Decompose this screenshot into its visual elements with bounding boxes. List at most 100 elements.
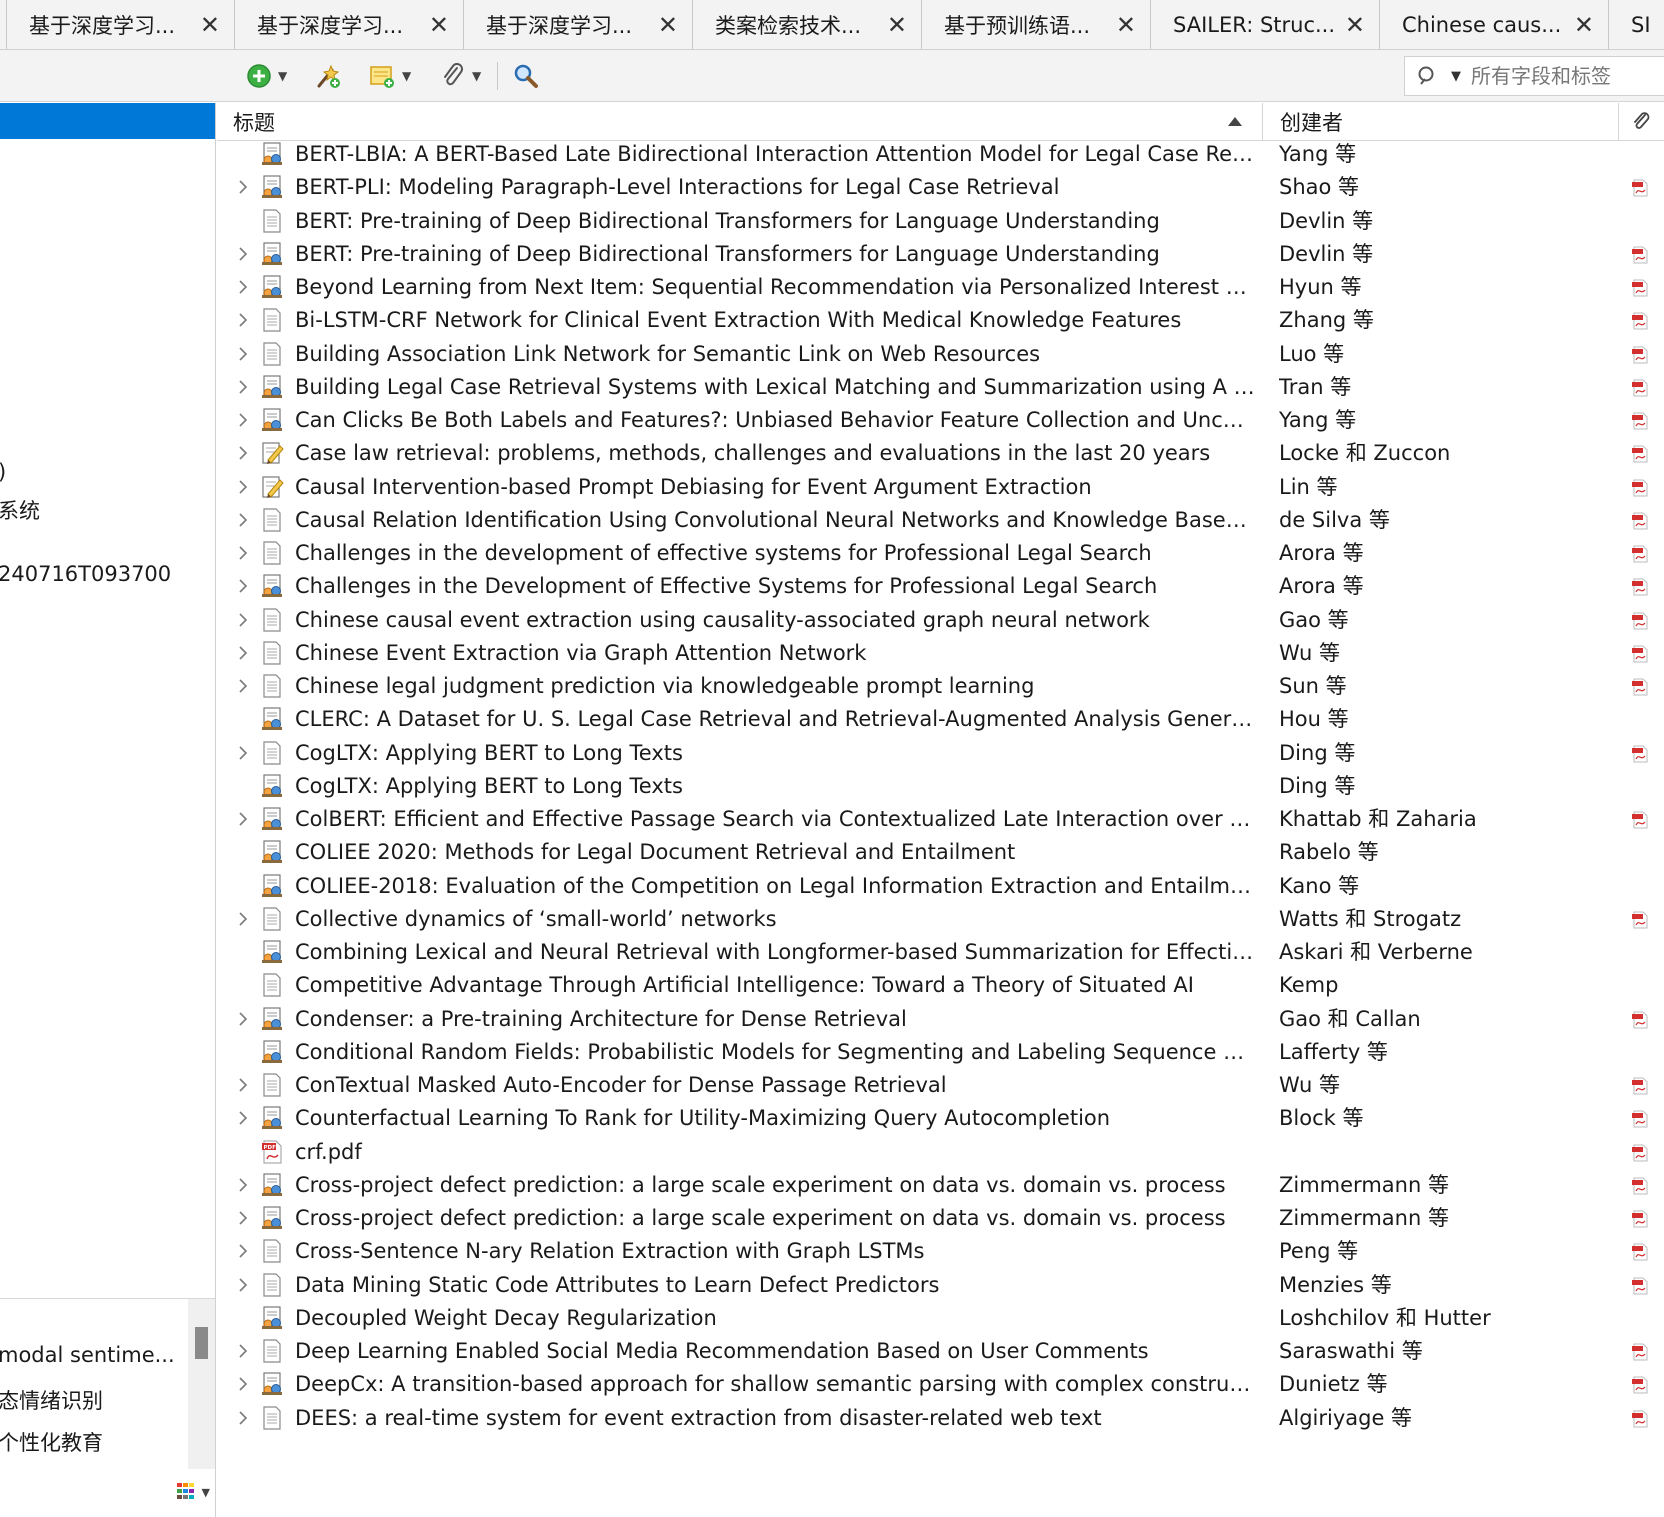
tag-selector-actions-button[interactable]: ▼ — [176, 1483, 210, 1501]
chevron-right-icon[interactable] — [235, 1243, 251, 1259]
tab-item[interactable]: 类案检索技术... ✕ — [693, 0, 922, 49]
item-row[interactable]: Deep Learning Enabled Social Media Recom… — [217, 1334, 1664, 1369]
tab-item[interactable]: 基于深度学习... ✕ — [6, 0, 235, 49]
item-row[interactable]: BERT: Pre-training of Deep Bidirectional… — [217, 204, 1664, 239]
pdf-attachment-icon[interactable] — [1631, 1343, 1649, 1361]
item-row[interactable]: DeepCx: A transition-based approach for … — [217, 1367, 1664, 1402]
pdf-attachment-icon[interactable] — [1631, 512, 1649, 530]
pdf-attachment-icon[interactable] — [1631, 1177, 1649, 1195]
item-row[interactable]: Beyond Learning from Next Item: Sequenti… — [217, 270, 1664, 305]
item-row[interactable]: Condenser: a Pre-training Architecture f… — [217, 1002, 1664, 1037]
item-row[interactable]: DEES: a real-time system for event extra… — [217, 1401, 1664, 1436]
chevron-right-icon[interactable] — [235, 645, 251, 661]
pdf-attachment-icon[interactable] — [1631, 179, 1649, 197]
chevron-right-icon[interactable] — [235, 678, 251, 694]
chevron-right-icon[interactable] — [235, 412, 251, 428]
tab-item[interactable]: Chinese caus... ✕ — [1380, 0, 1609, 49]
pdf-attachment-icon[interactable] — [1631, 811, 1649, 829]
tab-item[interactable]: 基于深度学习... ✕ — [464, 0, 693, 49]
pdf-attachment-icon[interactable] — [1631, 678, 1649, 696]
search-mode-dropdown[interactable]: ▼ — [1451, 69, 1461, 84]
pdf-attachment-icon[interactable] — [1631, 1110, 1649, 1128]
chevron-right-icon[interactable] — [235, 279, 251, 295]
tab-item[interactable]: SI — [1609, 0, 1664, 49]
close-icon[interactable]: ✕ — [200, 13, 220, 37]
pdf-attachment-icon[interactable] — [1631, 645, 1649, 663]
item-row[interactable]: Challenges in the development of effecti… — [217, 536, 1664, 571]
collection-label-fragment[interactable]: ) — [0, 460, 6, 484]
tab-item[interactable]: 基于深度学习... ✕ — [235, 0, 464, 49]
chevron-right-icon[interactable] — [235, 911, 251, 927]
pdf-attachment-icon[interactable] — [1631, 346, 1649, 364]
column-title-header[interactable]: 标题 — [217, 103, 1263, 141]
pdf-attachment-icon[interactable] — [1631, 545, 1649, 563]
chevron-right-icon[interactable] — [235, 1410, 251, 1426]
close-icon[interactable]: ✕ — [887, 13, 907, 37]
pdf-attachment-icon[interactable] — [1631, 745, 1649, 763]
pdf-attachment-icon[interactable] — [1631, 1376, 1649, 1394]
chevron-right-icon[interactable] — [235, 512, 251, 528]
pdf-attachment-icon[interactable] — [1631, 1410, 1649, 1428]
item-row[interactable]: Cross-Sentence N-ary Relation Extraction… — [217, 1234, 1664, 1269]
chevron-right-icon[interactable] — [235, 545, 251, 561]
chevron-right-icon[interactable] — [235, 612, 251, 628]
scrollbar-thumb[interactable] — [195, 1327, 208, 1359]
pdf-attachment-icon[interactable] — [1631, 312, 1649, 330]
chevron-right-icon[interactable] — [235, 246, 251, 262]
item-row[interactable]: Chinese Event Extraction via Graph Atten… — [217, 636, 1664, 671]
chevron-right-icon[interactable] — [235, 1011, 251, 1027]
advanced-search-button[interactable] — [512, 60, 540, 92]
item-row[interactable]: Counterfactual Learning To Rank for Util… — [217, 1101, 1664, 1136]
selected-collection-row[interactable] — [0, 103, 215, 139]
chevron-right-icon[interactable] — [235, 1376, 251, 1392]
item-row[interactable]: PDF crf.pdf — [217, 1135, 1664, 1170]
item-row[interactable]: Data Mining Static Code Attributes to Le… — [217, 1268, 1664, 1303]
item-row[interactable]: CLERC: A Dataset for U. S. Legal Case Re… — [217, 702, 1664, 737]
close-icon[interactable]: ✕ — [429, 13, 449, 37]
item-row[interactable]: Bi-LSTM-CRF Network for Clinical Event E… — [217, 303, 1664, 338]
collection-label-fragment[interactable]: 240716T093700 — [0, 562, 171, 586]
item-row[interactable]: Competitive Advantage Through Artificial… — [217, 968, 1664, 1003]
chevron-right-icon[interactable] — [235, 312, 251, 328]
item-row[interactable]: BERT: Pre-training of Deep Bidirectional… — [217, 237, 1664, 272]
item-row[interactable]: Causal Relation Identification Using Con… — [217, 503, 1664, 538]
item-row[interactable]: Cross-project defect prediction: a large… — [217, 1201, 1664, 1236]
tag-item[interactable]: modal sentime... — [0, 1343, 175, 1367]
new-item-button[interactable]: ▼ — [246, 60, 287, 92]
item-row[interactable]: Can Clicks Be Both Labels and Features?:… — [217, 403, 1664, 438]
item-row[interactable]: Chinese causal event extraction using ca… — [217, 603, 1664, 638]
pdf-attachment-icon[interactable] — [1631, 1277, 1649, 1295]
item-row[interactable]: CogLTX: Applying BERT to Long Texts Ding … — [217, 736, 1664, 771]
column-creator-header[interactable]: 创建者 — [1264, 103, 1619, 141]
item-row[interactable]: Causal Intervention-based Prompt Debiasi… — [217, 470, 1664, 505]
chevron-right-icon[interactable] — [235, 1277, 251, 1293]
chevron-right-icon[interactable] — [235, 479, 251, 495]
chevron-right-icon[interactable] — [235, 1110, 251, 1126]
close-icon[interactable]: ✕ — [1574, 13, 1594, 37]
chevron-right-icon[interactable] — [235, 445, 251, 461]
close-icon[interactable]: ✕ — [658, 13, 678, 37]
chevron-right-icon[interactable] — [235, 578, 251, 594]
pdf-attachment-icon[interactable] — [1631, 445, 1649, 463]
item-row[interactable]: COLIEE-2018: Evaluation of the Competiti… — [217, 869, 1664, 904]
item-row[interactable]: BERT-PLI: Modeling Paragraph-Level Inter… — [217, 170, 1664, 205]
item-row[interactable]: Challenges in the Development of Effecti… — [217, 569, 1664, 604]
pdf-attachment-icon[interactable] — [1631, 1243, 1649, 1261]
item-row[interactable]: ConTextual Masked Auto-Encoder for Dense… — [217, 1068, 1664, 1103]
close-icon[interactable]: ✕ — [1345, 13, 1365, 37]
tab-item[interactable]: 基于预训练语... ✕ — [922, 0, 1151, 49]
item-row[interactable]: ColBERT: Efficient and Effective Passage… — [217, 802, 1664, 837]
item-row[interactable]: Collective dynamics of ‘small-world’ net… — [217, 902, 1664, 937]
chevron-right-icon[interactable] — [235, 1210, 251, 1226]
tag-scrollbar[interactable] — [188, 1299, 215, 1469]
item-row[interactable]: Combining Lexical and Neural Retrieval w… — [217, 935, 1664, 970]
pdf-attachment-icon[interactable] — [1631, 1144, 1649, 1162]
pdf-attachment-icon[interactable] — [1631, 412, 1649, 430]
close-icon[interactable]: ✕ — [1116, 13, 1136, 37]
pdf-attachment-icon[interactable] — [1631, 1077, 1649, 1095]
pdf-attachment-icon[interactable] — [1631, 379, 1649, 397]
item-row[interactable]: Chinese legal judgment prediction via kn… — [217, 669, 1664, 704]
pdf-attachment-icon[interactable] — [1631, 578, 1649, 596]
chevron-right-icon[interactable] — [235, 811, 251, 827]
item-row[interactable]: BERT-LBIA: A BERT-Based Late Bidirection… — [217, 137, 1664, 172]
